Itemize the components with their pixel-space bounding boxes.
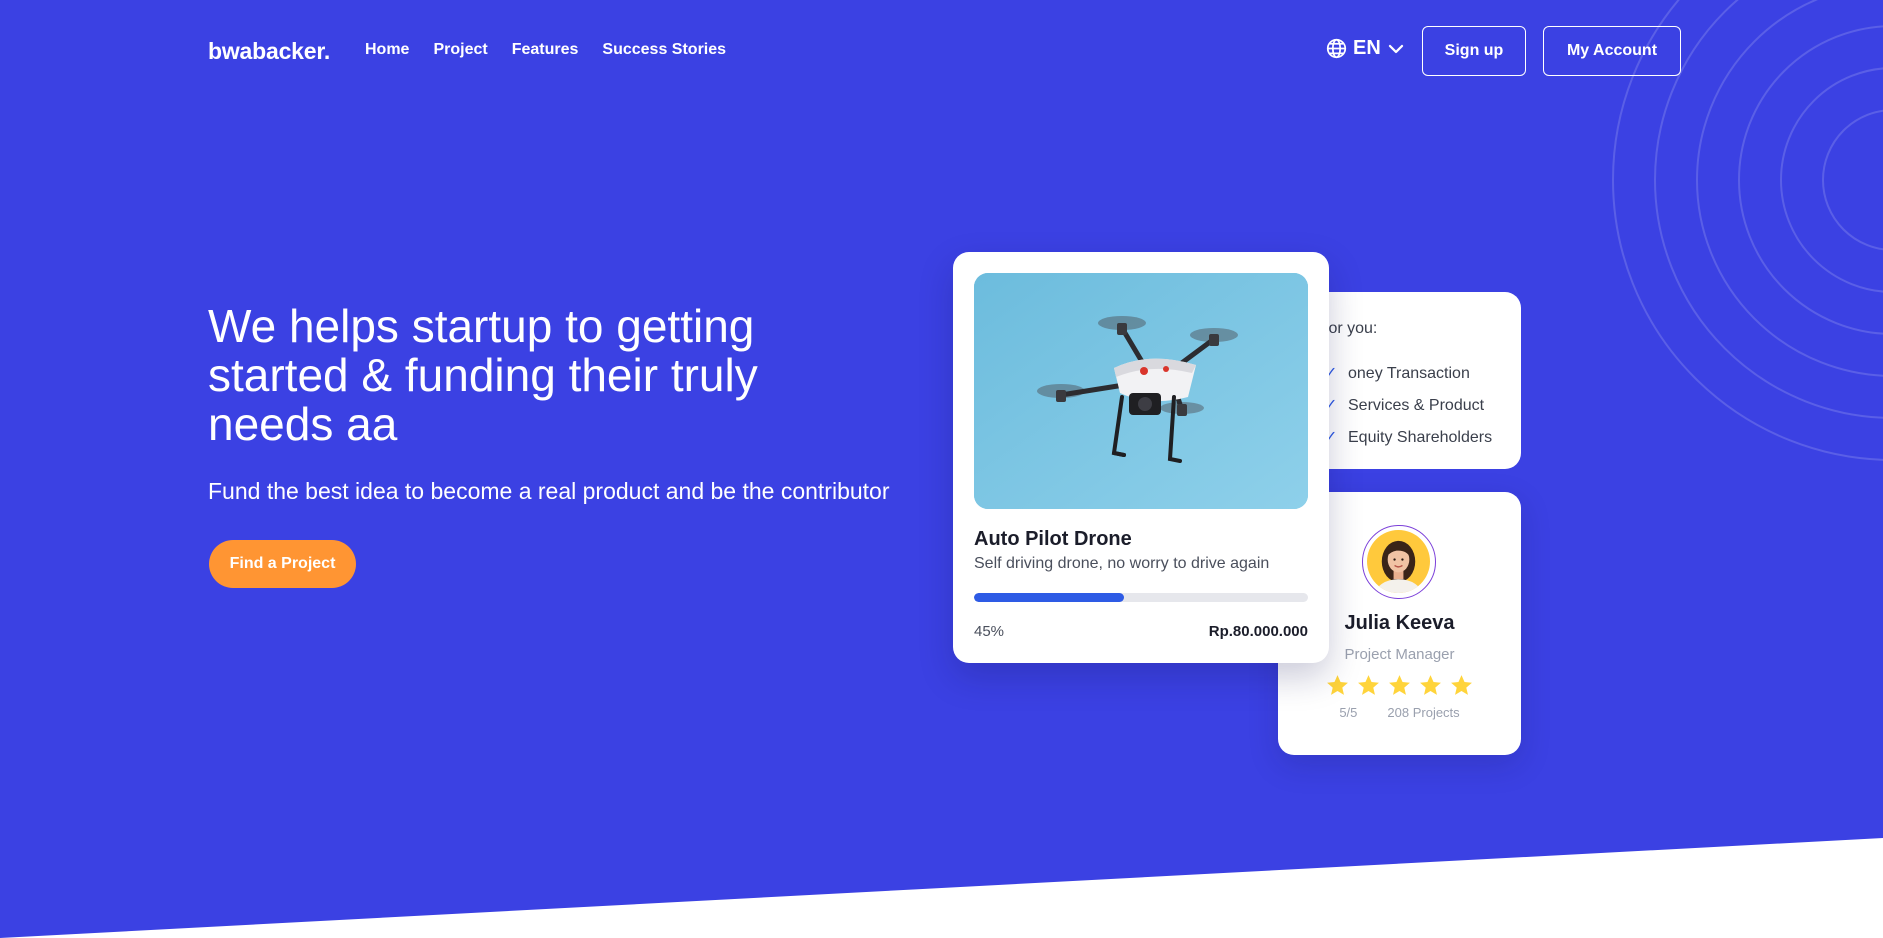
benefit-item: ✓ oney Transaction xyxy=(1324,358,1492,390)
benefit-heading: for you: xyxy=(1324,320,1378,337)
my-account-button[interactable]: My Account xyxy=(1543,26,1681,76)
avatar xyxy=(1362,525,1436,599)
project-title: Auto Pilot Drone xyxy=(974,528,1132,550)
rating-value: 5/5 xyxy=(1339,705,1358,720)
benefit-item-label: Services & Product xyxy=(1348,397,1485,414)
star-icon xyxy=(1420,675,1441,695)
star-icon xyxy=(1389,675,1410,695)
benefit-item: ✓ Equity Shareholders xyxy=(1324,422,1492,454)
benefit-list: ✓ oney Transaction ✓ Services & Product … xyxy=(1324,358,1492,454)
hero-subtitle: Fund the best idea to become a real prod… xyxy=(208,478,890,504)
drone-image xyxy=(974,273,1308,509)
project-card[interactable]: Auto Pilot Drone Self driving drone, no … xyxy=(953,252,1329,663)
top-navigation: bwabacker. Home Project Features Success… xyxy=(0,0,1883,102)
funding-percent: 45% xyxy=(974,623,1005,640)
language-selector[interactable]: EN xyxy=(1326,37,1405,60)
globe-icon xyxy=(1326,38,1347,59)
brand-logo[interactable]: bwabacker. xyxy=(208,38,330,65)
nav-item-project[interactable]: Project xyxy=(433,41,487,59)
landing-page: bwabacker. Home Project Features Success… xyxy=(0,0,1883,938)
profile-stats: 5/5 208 Projects xyxy=(1278,705,1521,720)
star-icon xyxy=(1451,675,1472,695)
projects-count: 208 Projects xyxy=(1387,705,1460,720)
star-icon xyxy=(1358,675,1379,695)
nav-item-features[interactable]: Features xyxy=(512,41,579,59)
benefit-item-label: oney Transaction xyxy=(1348,365,1470,382)
funding-progress-fill xyxy=(974,593,1125,602)
nav-item-home[interactable]: Home xyxy=(365,41,409,59)
nav-item-success-stories[interactable]: Success Stories xyxy=(602,41,726,59)
bottom-slant-shape xyxy=(0,838,1883,938)
sign-up-button[interactable]: Sign up xyxy=(1422,26,1526,76)
hero-title: We helps startup to getting started & fu… xyxy=(208,300,758,450)
benefit-item-label: Equity Shareholders xyxy=(1348,429,1493,446)
rating-stars xyxy=(1325,673,1474,698)
benefit-item: ✓ Services & Product xyxy=(1324,390,1492,422)
project-description: Self driving drone, no worry to drive ag… xyxy=(974,555,1270,572)
star-icon xyxy=(1327,675,1348,695)
funding-amount: Rp.80.000.000 xyxy=(1208,623,1308,640)
funding-progress-bar xyxy=(974,593,1308,602)
chevron-down-icon xyxy=(1387,40,1405,58)
find-project-button[interactable]: Find a Project xyxy=(209,540,356,588)
language-code: EN xyxy=(1353,37,1381,59)
main-menu: Home Project Features Success Stories xyxy=(365,41,726,59)
